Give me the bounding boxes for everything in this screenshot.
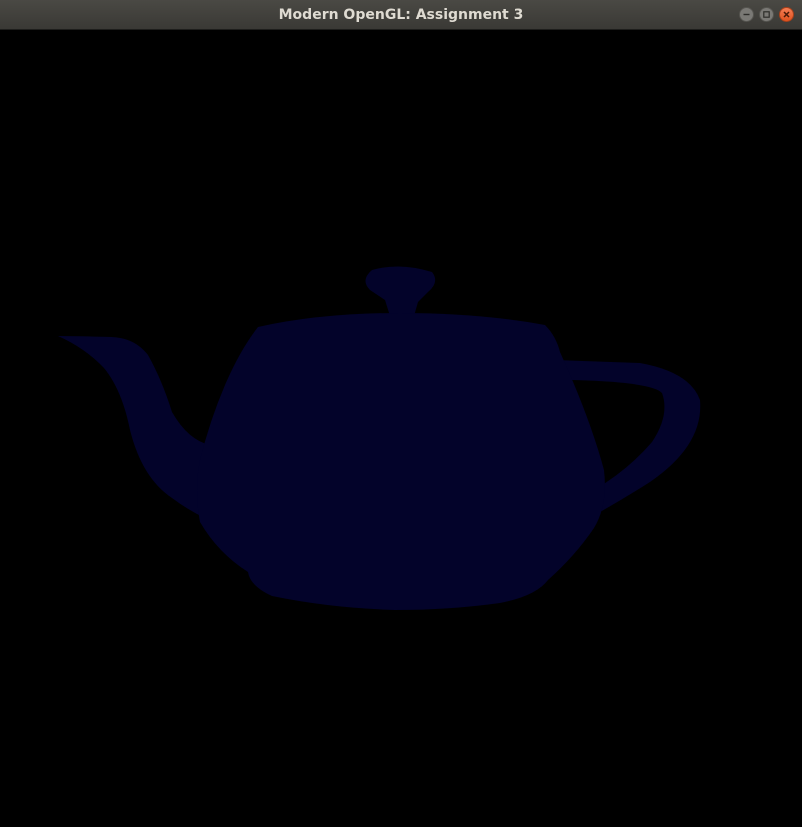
render-canvas bbox=[0, 30, 802, 827]
minimize-button[interactable] bbox=[739, 7, 754, 22]
minimize-icon bbox=[743, 13, 750, 16]
maximize-button[interactable] bbox=[759, 7, 774, 22]
title-bar[interactable]: Modern OpenGL: Assignment 3 bbox=[0, 0, 802, 30]
app-window: Modern OpenGL: Assignment 3 bbox=[0, 0, 802, 827]
opengl-viewport[interactable] bbox=[0, 30, 802, 827]
maximize-icon bbox=[763, 11, 770, 18]
teapot-body bbox=[197, 313, 605, 610]
window-title: Modern OpenGL: Assignment 3 bbox=[278, 7, 524, 23]
close-button[interactable] bbox=[779, 7, 794, 22]
close-icon bbox=[783, 11, 790, 18]
